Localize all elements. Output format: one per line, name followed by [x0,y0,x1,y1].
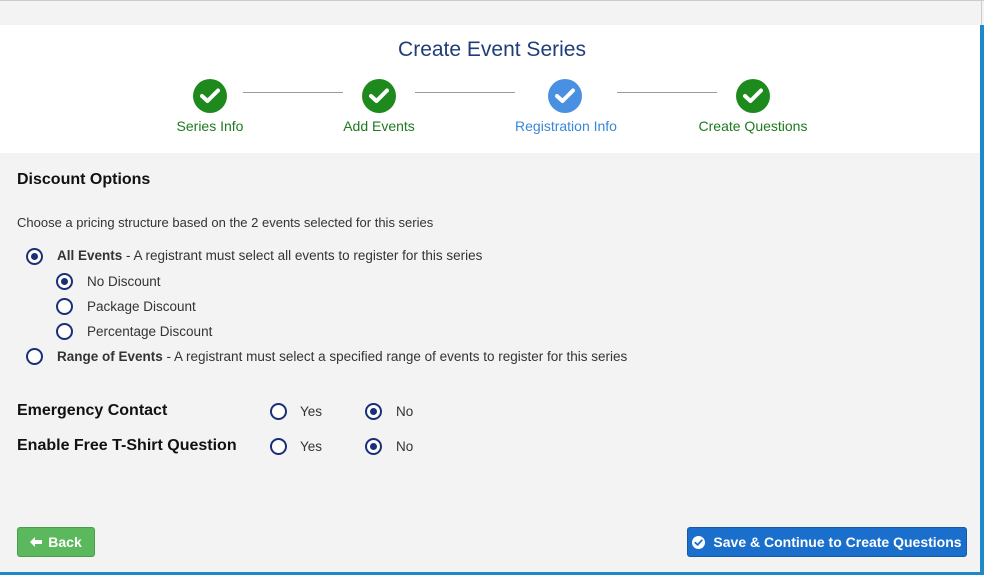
range-of-events-radio[interactable] [26,348,43,365]
emergency-contact-no-radio[interactable] [365,403,382,420]
emergency-contact-label: Emergency Contact [17,402,168,419]
package-discount-radio[interactable] [56,298,73,315]
step-label-create-questions[interactable]: Create Questions [699,118,808,134]
all-events-label[interactable]: All Events - A registrant must select al… [57,248,482,263]
tshirt-yes-radio[interactable] [270,438,287,455]
step-label-series-info[interactable]: Series Info [177,118,244,134]
step-connector [243,92,343,93]
range-of-events-label[interactable]: Range of Events - A registrant must sele… [57,349,627,364]
check-circle-icon [692,535,706,549]
step-connector [617,92,717,93]
wizard-header: Create Event Series Series Info Add Even… [0,25,980,153]
emergency-contact-yes-label[interactable]: Yes [300,404,322,419]
all-events-radio[interactable] [26,248,43,265]
step-series-info[interactable] [193,79,227,113]
range-of-events-name: Range of Events [57,349,163,364]
percentage-discount-radio[interactable] [56,323,73,340]
tshirt-no-radio[interactable] [365,438,382,455]
emergency-contact-yes-radio[interactable] [270,403,287,420]
step-connector [415,92,515,93]
check-icon [369,88,389,103]
discount-options-heading: Discount Options [17,171,151,188]
step-create-questions[interactable] [736,79,770,113]
package-discount-label[interactable]: Package Discount [87,299,196,314]
step-label-registration-info[interactable]: Registration Info [515,118,617,134]
all-events-text: - A registrant must select all events to… [122,248,483,263]
arrow-left-icon [30,537,43,547]
no-discount-label[interactable]: No Discount [87,274,161,289]
top-bar [0,0,984,26]
step-label-add-events[interactable]: Add Events [343,118,415,134]
top-bar-edge [981,1,982,26]
percentage-discount-label[interactable]: Percentage Discount [87,324,212,339]
save-continue-label: Save & Continue to Create Questions [713,534,962,550]
window-edge-right [980,25,984,575]
page-title: Create Event Series [398,38,586,61]
tshirt-no-label[interactable]: No [396,439,413,454]
check-icon [743,88,763,103]
emergency-contact-no-label[interactable]: No [396,404,413,419]
range-of-events-text: - A registrant must select a specified r… [162,349,628,364]
check-icon [200,88,220,103]
all-events-name: All Events [57,248,123,263]
back-button[interactable]: Back [17,527,95,557]
tshirt-question-label: Enable Free T-Shirt Question [17,437,237,454]
discount-description: Choose a pricing structure based on the … [17,215,434,230]
step-add-events[interactable] [362,79,396,113]
tshirt-yes-label[interactable]: Yes [300,439,322,454]
no-discount-radio[interactable] [56,273,73,290]
check-icon [555,88,575,103]
back-button-label: Back [48,534,82,550]
step-registration-info[interactable] [548,79,582,113]
save-continue-button[interactable]: Save & Continue to Create Questions [687,527,967,557]
